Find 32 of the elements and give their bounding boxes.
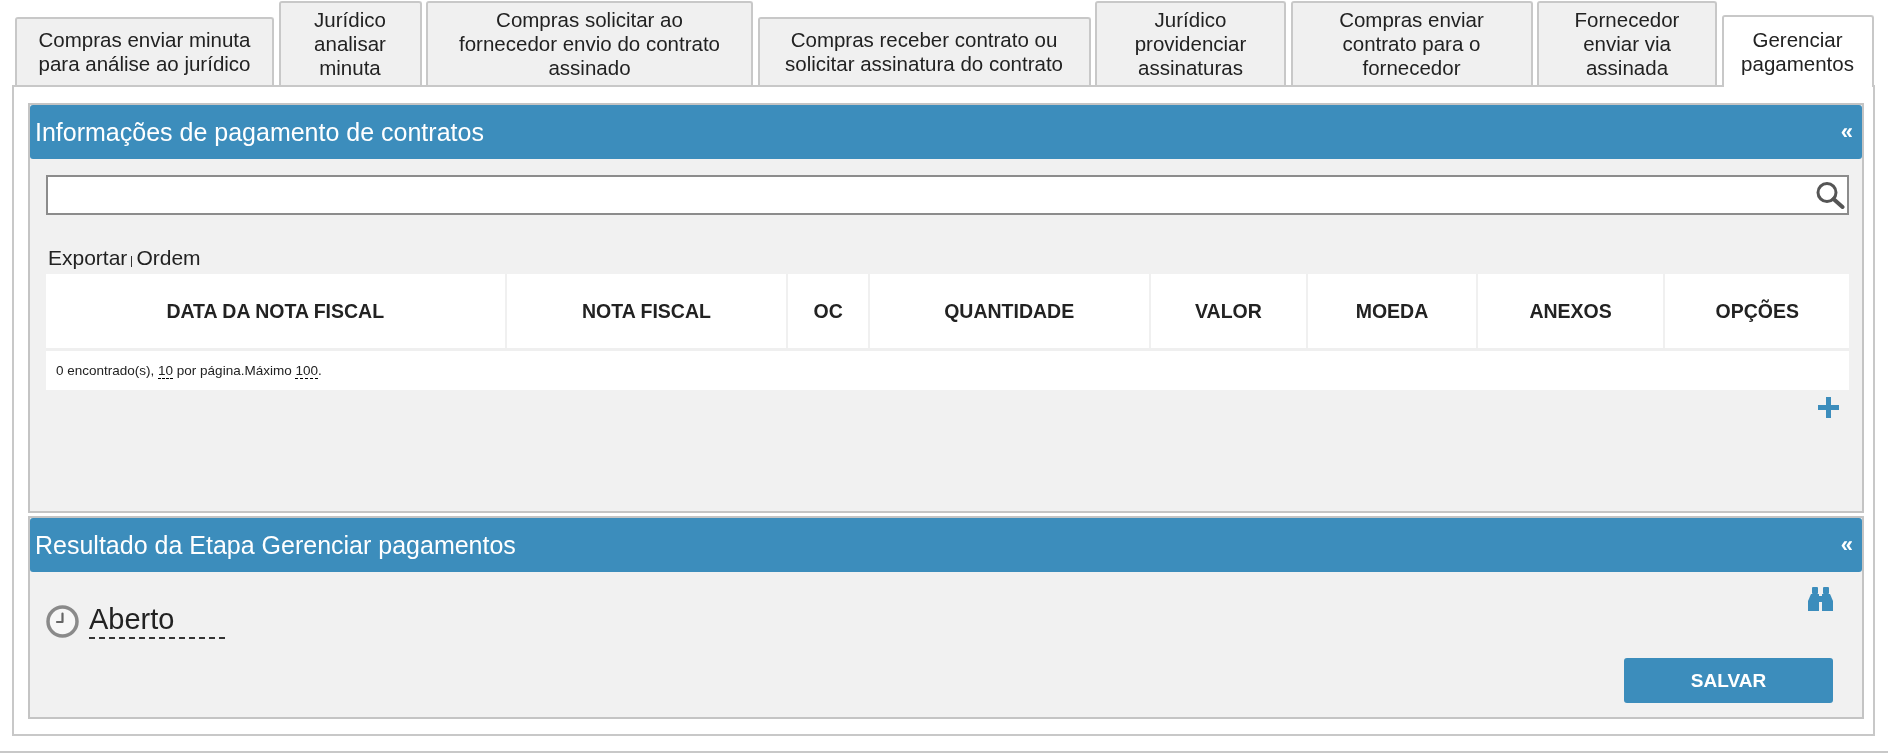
search-field[interactable] [46,175,1849,215]
tab[interactable]: Compras receber contrato ou solicitar assinatura do contrato [757,17,1091,85]
binoculars-icon[interactable] [1808,587,1833,611]
pagination-link[interactable]: 10 [158,363,174,379]
column-header: VALOR [1148,274,1307,348]
column-header: MOEDA [1306,274,1476,348]
tab[interactable]: Fornecedor enviar via assinada [1537,1,1717,85]
column-header: ANEXOS [1475,274,1664,348]
column-header: DATA DA NOTA FISCAL [165,298,386,324]
tab[interactable]: Compras enviar minuta para análise ao jurídico [15,17,274,85]
plus-icon[interactable] [1818,397,1839,418]
tab[interactable]: Compras enviar contrato para o fornecedor [1290,1,1533,85]
save-button[interactable]: SALVAR [1624,658,1833,703]
column-header: OC [786,274,868,348]
pagination-link[interactable]: 100 [295,363,318,379]
pagination-summary: 0 encontrado(s), 10 por página.Máximo 100. [56,363,322,378]
tab[interactable]: Gerenciar pagamentos [1721,15,1874,87]
tab[interactable]: Jurídico providenciar assinaturas [1095,1,1286,85]
collapse-toggle[interactable]: « [1840,119,1853,145]
section-title: Resultado da Etapa Gerenciar pagamentos [35,530,516,560]
tab[interactable]: Compras solicitar ao fornecedor envio do contrato assinado [426,1,753,85]
column-header: NOTA FISCAL [504,274,787,348]
collapse-toggle[interactable]: « [1840,532,1853,558]
column-header: OPÇÕES [1663,274,1849,348]
tab[interactable]: Jurídico analisar minuta [278,1,422,85]
status-field[interactable]: Aberto [89,603,225,639]
column-header: QUANTIDADE [867,274,1149,348]
toolbar-link[interactable]: Ordem [136,246,201,269]
search-icon[interactable] [1815,181,1845,209]
clock-icon [46,604,79,638]
toolbar-link[interactable]: Exportar [48,246,128,269]
section-title: Informações de pagamento de contratos [35,117,484,147]
